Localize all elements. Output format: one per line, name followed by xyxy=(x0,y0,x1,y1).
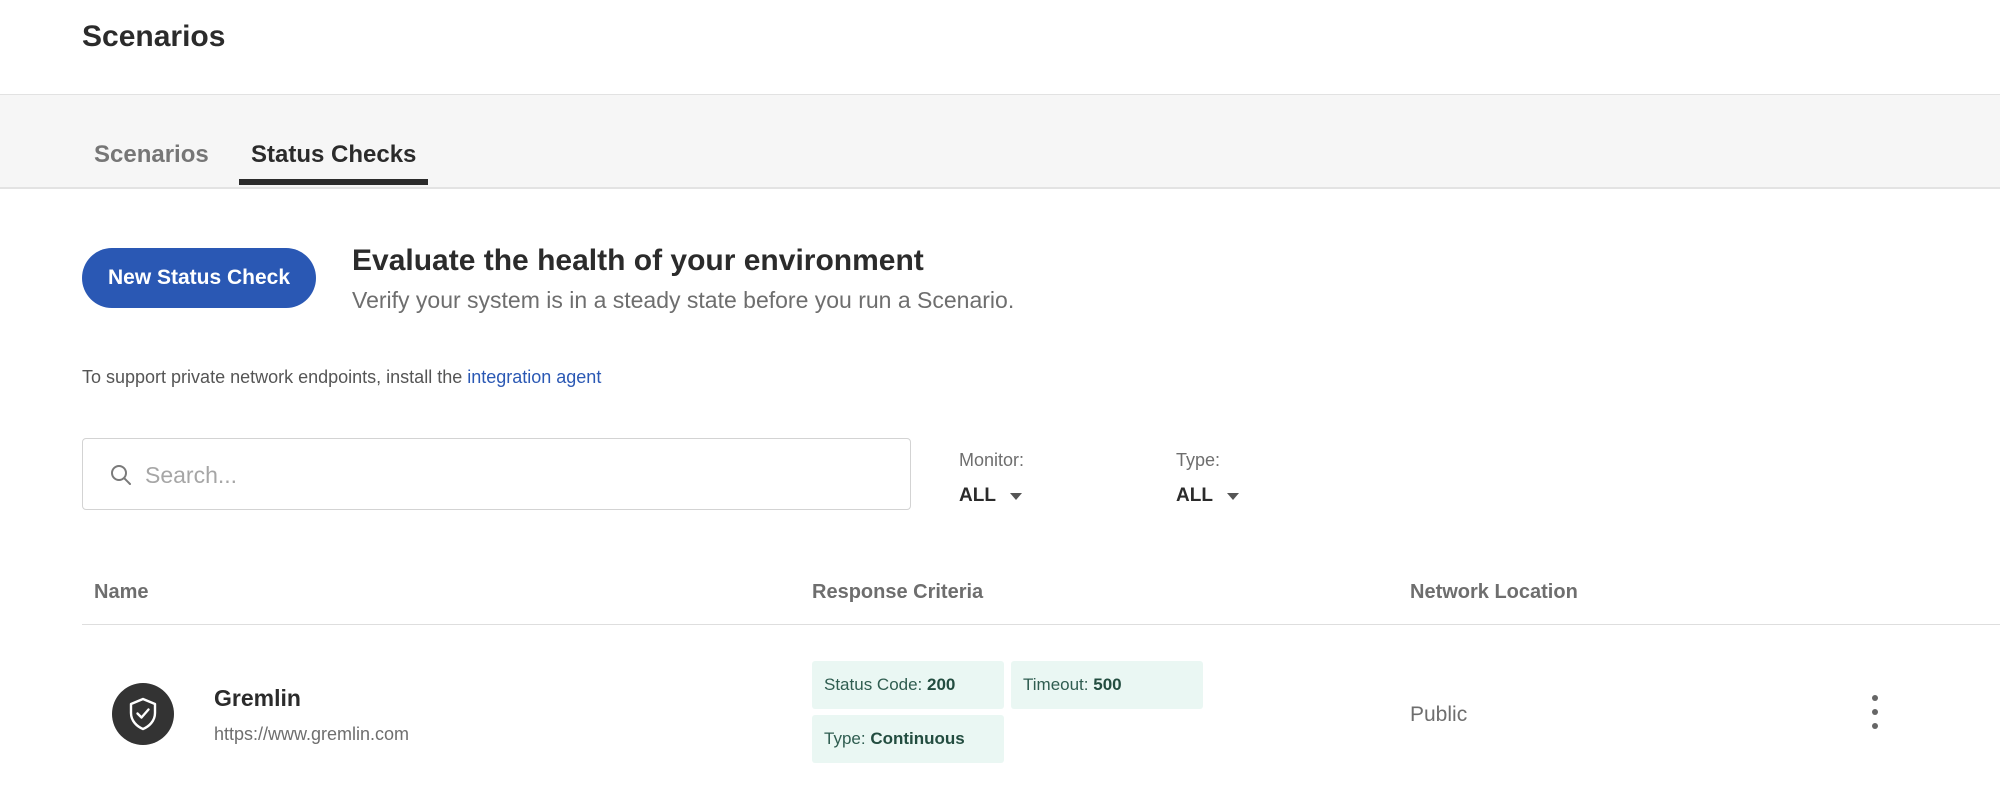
private-note-text: To support private network endpoints, in… xyxy=(82,367,468,387)
page-title: Scenarios xyxy=(82,20,226,53)
private-endpoints-note: To support private network endpoints, in… xyxy=(82,367,601,388)
criteria-key: Timeout: xyxy=(1023,675,1089,694)
monitor-filter-value: ALL xyxy=(959,485,996,506)
criteria-key: Status Code: xyxy=(824,675,923,694)
criteria-value: 500 xyxy=(1093,675,1122,694)
column-header-response-criteria: Response Criteria xyxy=(812,581,984,603)
status-check-url: https://www.gremlin.com xyxy=(214,724,410,744)
tab-scenarios[interactable]: Scenarios xyxy=(82,141,221,185)
criteria-chip-status-code: Status Code: 200 xyxy=(812,661,1004,709)
more-options-icon[interactable] xyxy=(1868,695,1882,729)
type-filter-select[interactable]: ALL xyxy=(1176,485,1239,507)
column-header-network-location: Network Location xyxy=(1410,581,1578,603)
criteria-value: Continuous xyxy=(870,729,965,748)
type-filter: Type: ALL xyxy=(1176,450,1239,507)
network-location: Public xyxy=(1410,703,1468,726)
criteria-chip-type: Type: Continuous xyxy=(812,715,1004,763)
new-status-check-button[interactable]: New Status Check xyxy=(82,248,316,308)
table-row[interactable]: Gremlin https://www.gremlin.com Status C… xyxy=(82,625,2000,800)
type-filter-value: ALL xyxy=(1176,485,1213,506)
shield-check-icon xyxy=(112,683,174,745)
top-header: Scenarios xyxy=(0,0,2000,95)
tab-bar: Scenarios Status Checks xyxy=(0,95,2000,189)
monitor-filter-label: Monitor: xyxy=(959,450,1025,470)
search-box[interactable] xyxy=(82,438,911,510)
criteria-chip-timeout: Timeout: 500 xyxy=(1011,661,1203,709)
criteria-key: Type: xyxy=(824,729,866,748)
monitor-filter: Monitor: ALL xyxy=(959,450,1024,507)
intro-headline: Evaluate the health of your environment xyxy=(352,244,924,277)
criteria-value: 200 xyxy=(927,675,956,694)
status-check-name[interactable]: Gremlin xyxy=(214,685,301,712)
tab-status-checks[interactable]: Status Checks xyxy=(239,141,429,185)
column-header-name[interactable]: Name xyxy=(94,581,148,604)
search-input[interactable] xyxy=(145,453,885,497)
caret-down-icon xyxy=(1009,492,1022,500)
type-filter-label: Type: xyxy=(1176,450,1221,470)
search-icon xyxy=(111,465,131,485)
integration-agent-link[interactable]: integration agent xyxy=(467,367,601,387)
caret-down-icon xyxy=(1226,492,1239,500)
intro-subline: Verify your system is in a steady state … xyxy=(352,287,1015,313)
monitor-filter-select[interactable]: ALL xyxy=(959,485,1022,507)
